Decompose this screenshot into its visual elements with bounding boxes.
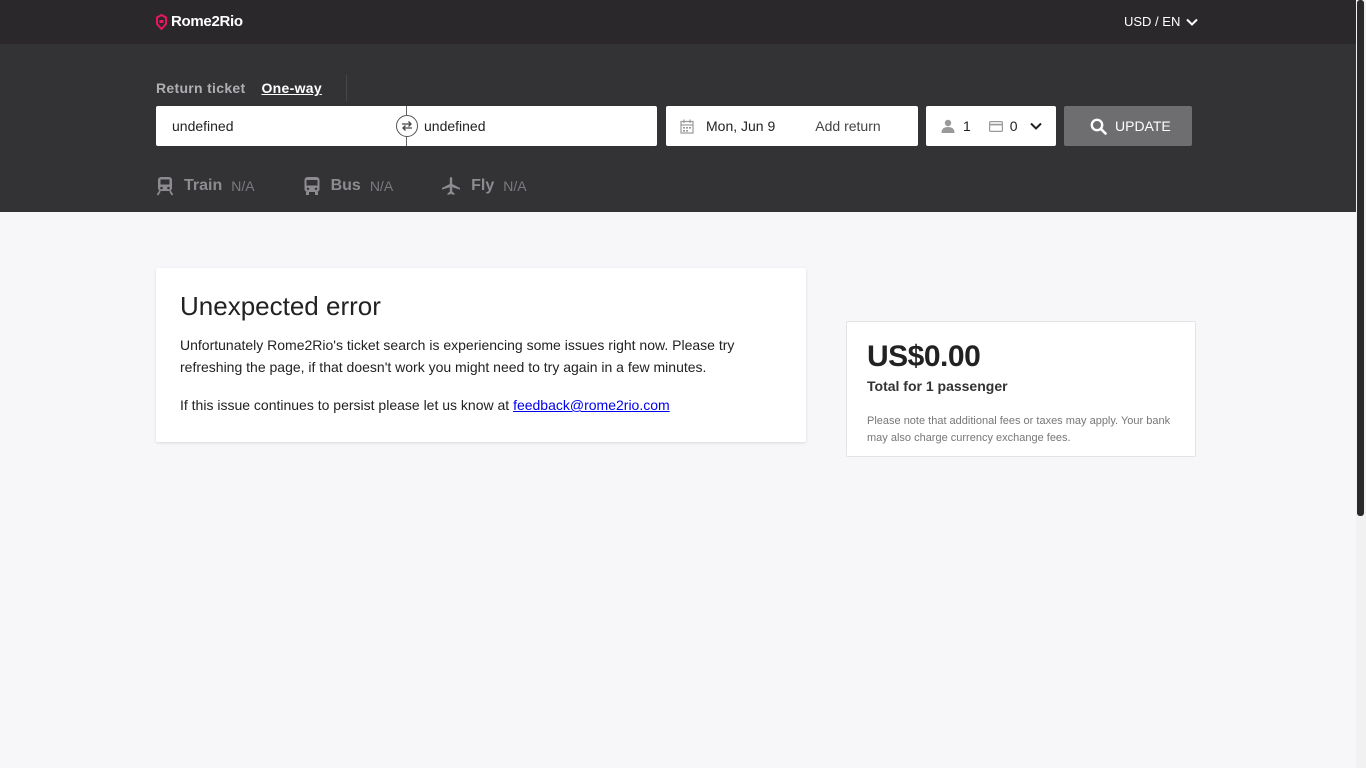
chevron-down-icon [1186, 18, 1199, 26]
mode-name: Fly [471, 177, 495, 194]
tab-fly[interactable]: Fly N/A [441, 176, 527, 196]
feedback-email-link[interactable]: feedback@rome2rio.com [513, 397, 670, 413]
mode-price: N/A [369, 178, 394, 194]
search-panel: Return ticket One-way undefined undefine… [0, 44, 1356, 212]
discount-card-icon [988, 120, 1003, 132]
origin-value: undefined [172, 118, 234, 134]
person-icon [941, 119, 955, 133]
update-button[interactable]: UPDATE [1064, 106, 1192, 146]
return-ticket-option[interactable]: Return ticket [156, 80, 245, 96]
passenger-count: 1 [963, 118, 971, 134]
tab-bus[interactable]: Bus N/A [303, 176, 394, 196]
bus-icon [304, 177, 320, 195]
discount-card-count: 0 [1009, 118, 1018, 134]
destination-input[interactable]: undefined [406, 106, 657, 146]
destination-value: undefined [424, 118, 486, 134]
error-title: Unexpected error [180, 291, 381, 321]
total-label: Total for 1 passenger [867, 378, 1008, 394]
price-summary-card: US$0.00 Total for 1 passenger Please not… [846, 321, 1196, 457]
top-bar: Rome2Rio USD / EN [0, 0, 1356, 44]
brand-name: Rome2Rio [171, 13, 243, 30]
currency-language-selector[interactable]: USD / EN [1124, 14, 1199, 29]
search-icon [1090, 118, 1107, 135]
swap-arrows-icon [402, 121, 412, 131]
add-return-button[interactable]: Add return [815, 118, 880, 134]
scrollbar-thumb[interactable] [1357, 0, 1364, 516]
error-persist-message: If this issue continues to persist pleas… [180, 394, 782, 416]
total-price: US$0.00 [867, 340, 981, 373]
mode-name: Bus [330, 177, 361, 194]
chevron-down-icon [1029, 122, 1042, 130]
divider [345, 75, 347, 101]
calendar-icon [680, 119, 694, 134]
transport-mode-tabs: Train N/A Bus N/A Fly N/A [156, 176, 575, 196]
train-icon [156, 177, 174, 196]
plane-icon [442, 177, 461, 195]
date-picker[interactable]: Mon, Jun 9 Add return [666, 106, 918, 146]
trip-type-toggle: Return ticket One-way [156, 75, 347, 101]
departure-date: Mon, Jun 9 [706, 118, 776, 134]
mode-price: N/A [503, 178, 527, 194]
mode-price: N/A [231, 178, 255, 194]
mode-name: Train [184, 177, 223, 194]
one-way-option[interactable]: One-way [261, 80, 321, 96]
persist-text: If this issue continues to persist pleas… [180, 397, 514, 413]
tab-train[interactable]: Train N/A [156, 176, 255, 196]
error-message: Unfortunately Rome2Rio's ticket search i… [180, 337, 735, 375]
locale-label: USD / EN [1124, 14, 1181, 29]
error-card: Unexpected error Unfortunately Rome2Rio'… [156, 268, 806, 442]
origin-input[interactable]: undefined [156, 106, 406, 146]
rome2rio-logo-icon [156, 13, 167, 30]
fees-note: Please note that additional fees or taxe… [867, 415, 1171, 444]
swap-locations-button[interactable] [396, 115, 418, 137]
brand-logo[interactable]: Rome2Rio [156, 13, 243, 30]
update-label: UPDATE [1115, 118, 1171, 134]
passenger-selector[interactable]: 1 0 [926, 106, 1056, 146]
